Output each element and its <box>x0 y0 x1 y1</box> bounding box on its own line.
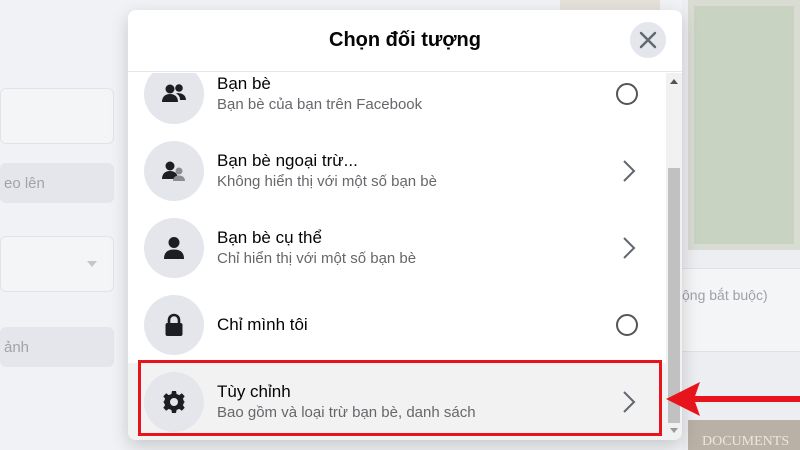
option-label: Bạn bè <box>217 73 271 93</box>
option-text: Chỉ mình tôi <box>217 314 308 336</box>
option-description: Chỉ hiển thị với một số bạn bè <box>217 249 417 267</box>
dialog-title: Chọn đối tượng <box>329 29 481 51</box>
background-field: ảnh <box>0 327 114 367</box>
chevron-right-icon <box>623 390 636 413</box>
chevron-right-icon <box>623 236 636 259</box>
radio-button[interactable] <box>616 82 638 105</box>
friends-icon <box>144 73 204 124</box>
option-friends[interactable]: Bạn bè Bạn bè của bạn trên Facebook <box>128 73 666 132</box>
option-label: Bạn bè ngoại trừ... <box>217 150 358 170</box>
scroll-up-arrow[interactable] <box>670 79 678 84</box>
option-only-me[interactable]: Chỉ mình tôi <box>128 286 666 363</box>
option-friends-except[interactable]: Bạn bè ngoại trừ... Không hiển thị với m… <box>128 132 666 209</box>
radio-button[interactable] <box>616 313 638 336</box>
person-icon <box>144 217 204 278</box>
option-description: Bao gồm và loại trừ bạn bè, danh sách <box>217 403 476 421</box>
gear-icon <box>144 371 204 432</box>
lock-icon <box>144 294 204 355</box>
option-specific-friends[interactable]: Bạn bè cụ thể Chỉ hiển thị với một số bạ… <box>128 209 666 286</box>
chevron-right-icon <box>623 159 636 182</box>
background-dropdown <box>0 236 114 292</box>
background-strip <box>560 0 660 10</box>
option-description: Không hiển thị với một số bạn bè <box>217 172 437 190</box>
option-text: Bạn bè cụ thể Chỉ hiển thị với một số bạ… <box>217 227 416 269</box>
option-text: Bạn bè Bạn bè của bạn trên Facebook <box>217 73 422 115</box>
option-text: Bạn bè ngoại trừ... Không hiển thị với m… <box>217 150 437 192</box>
background-image <box>688 0 800 250</box>
option-label: Tùy chỉnh <box>217 381 291 401</box>
dialog-header: Chọn đối tượng <box>128 10 682 72</box>
option-label: Bạn bè cụ thể <box>217 227 322 247</box>
background-field: eo lên <box>0 163 114 203</box>
close-icon <box>639 31 657 49</box>
scrollbar[interactable] <box>666 73 682 440</box>
option-label: Chỉ mình tôi <box>217 314 308 334</box>
background-field <box>0 88 114 144</box>
option-text: Tùy chỉnh Bao gồm và loại trừ bạn bè, da… <box>217 381 476 423</box>
scroll-down-arrow[interactable] <box>670 428 678 433</box>
option-description: Bạn bè của bạn trên Facebook <box>217 95 423 113</box>
friends-except-icon <box>144 140 204 201</box>
background-field: ộng bắt buộc) <box>682 268 800 352</box>
audience-options-list: Bạn bè Bạn bè của bạn trên Facebook Bạn … <box>128 73 666 440</box>
scrollbar-thumb[interactable] <box>668 168 680 423</box>
option-custom[interactable]: Tùy chỉnh Bao gồm và loại trừ bạn bè, da… <box>128 363 666 440</box>
caret-down-icon <box>87 261 97 267</box>
audience-dialog: Chọn đối tượng Bạn bè Bạn bè của bạn trê… <box>128 10 682 440</box>
close-button[interactable] <box>630 22 666 58</box>
background-left-panel: eo lên ảnh <box>0 0 128 450</box>
background-photo: DOCUMENTS <box>688 420 800 450</box>
